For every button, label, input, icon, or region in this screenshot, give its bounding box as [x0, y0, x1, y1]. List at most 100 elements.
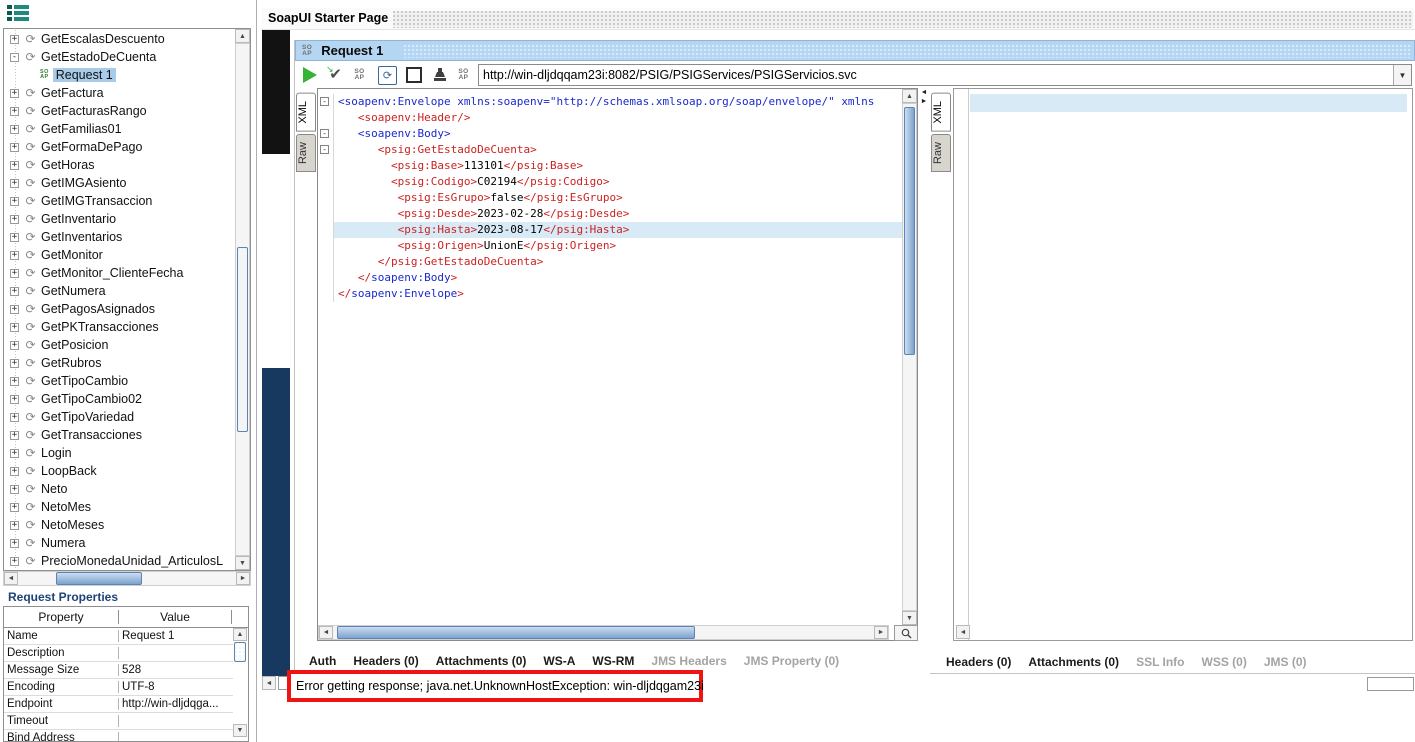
tab-soapui-starter-page[interactable]: SoapUI Starter Page [268, 11, 388, 25]
tree-item-request[interactable]: SOAPRequest 1 [4, 66, 235, 84]
fold-toggle-icon[interactable]: - [320, 129, 329, 138]
editor-scroll-left-icon[interactable]: ◄ [319, 626, 333, 639]
expand-toggle-icon[interactable]: + [10, 269, 19, 278]
property-row[interactable]: Timeout [4, 713, 233, 730]
endpoint-url-input[interactable] [479, 65, 1393, 85]
panel-splitter[interactable]: ◄ ► [919, 88, 929, 110]
expand-toggle-icon[interactable]: + [10, 233, 19, 242]
property-row[interactable]: EncodingUTF-8 [4, 679, 233, 696]
desktop-scroll-left-icon[interactable]: ◄ [262, 676, 276, 690]
sidebar-divider[interactable] [256, 0, 257, 742]
request-tab-headers-0[interactable]: Headers (0) [353, 654, 418, 668]
editor-tab-xml[interactable]: XML [296, 93, 316, 132]
tree-scroll-up-icon[interactable]: ▲ [235, 29, 250, 43]
response-tab-attachments-0[interactable]: Attachments (0) [1028, 655, 1119, 669]
expand-toggle-icon[interactable]: + [10, 557, 19, 566]
expand-toggle-icon[interactable]: + [10, 503, 19, 512]
expand-toggle-icon[interactable]: + [10, 251, 19, 260]
response-xml-editor[interactable]: ◄ [953, 88, 1413, 641]
tree-scroll-down-icon[interactable]: ▼ [235, 556, 250, 570]
tree-item-operation[interactable]: +⟳GetFacturasRango [4, 102, 235, 120]
tree-item-operation[interactable]: +⟳GetInventario [4, 210, 235, 228]
expand-toggle-icon[interactable]: + [10, 179, 19, 188]
expand-toggle-icon[interactable]: - [10, 53, 19, 62]
tree-item-operation[interactable]: +⟳GetRubros [4, 354, 235, 372]
expand-toggle-icon[interactable]: + [10, 143, 19, 152]
tree-item-operation[interactable]: +⟳PrecioMonedaUnidad_ArticulosL [4, 552, 235, 570]
tree-item-operation[interactable]: +⟳NetoMes [4, 498, 235, 516]
tree-item-operation[interactable]: +⟳GetTipoVariedad [4, 408, 235, 426]
expand-toggle-icon[interactable]: + [10, 215, 19, 224]
recreate-request-button[interactable]: ⟳ [378, 66, 397, 85]
property-row[interactable]: Message Size528 [4, 662, 233, 679]
expand-toggle-icon[interactable]: + [10, 197, 19, 206]
expand-toggle-icon[interactable]: + [10, 413, 19, 422]
tree-vertical-scrollbar[interactable] [235, 43, 250, 556]
tree-item-operation[interactable]: +⟳LoopBack [4, 462, 235, 480]
property-row[interactable]: NameRequest 1 [4, 628, 233, 645]
expand-toggle-icon[interactable]: + [10, 305, 19, 314]
expand-toggle-icon[interactable]: + [10, 467, 19, 476]
tree-item-operation[interactable]: +⟳Login [4, 444, 235, 462]
request-tab-ws-a[interactable]: WS-A [543, 654, 575, 668]
tree-item-operation[interactable]: +⟳GetIMGTransaccion [4, 192, 235, 210]
fold-toggle-icon[interactable]: - [320, 97, 329, 106]
tree-scroll-right-icon[interactable]: ► [236, 572, 250, 585]
navigator-menu-icon[interactable] [7, 5, 29, 21]
tree-horizontal-scrollbar[interactable]: ◄ ► [3, 571, 251, 586]
properties-scroll-up-icon[interactable]: ▲ [233, 628, 247, 641]
tree-item-operation[interactable]: +⟳GetEscalasDescuento [4, 30, 235, 48]
request-tab-jms-headers[interactable]: JMS Headers [651, 654, 726, 668]
submit-request-button[interactable] [300, 66, 319, 85]
tree-item-operation[interactable]: +⟳GetPagosAsignados [4, 300, 235, 318]
editor-hscrollbar-thumb[interactable] [337, 626, 695, 639]
properties-scrollbar-thumb[interactable] [234, 642, 246, 662]
tree-item-operation[interactable]: +⟳Neto [4, 480, 235, 498]
tree-hscrollbar-thumb[interactable] [56, 572, 142, 585]
tree-item-operation[interactable]: +⟳GetInventarios [4, 228, 235, 246]
editor-scroll-right-icon[interactable]: ► [874, 626, 888, 639]
tree-item-operation[interactable]: +⟳GetTransacciones [4, 426, 235, 444]
tree-item-operation[interactable]: +⟳GetHoras [4, 156, 235, 174]
tree-scroll-left-icon[interactable]: ◄ [4, 572, 18, 585]
properties-scroll-down-icon[interactable]: ▼ [233, 724, 247, 737]
expand-toggle-icon[interactable]: + [10, 323, 19, 332]
tree-item-operation[interactable]: +⟳GetPKTransacciones [4, 318, 235, 336]
expand-toggle-icon[interactable]: + [10, 539, 19, 548]
request-tab-jms-property-0[interactable]: JMS Property (0) [744, 654, 839, 668]
tree-item-operation[interactable]: +⟳GetTipoCambio02 [4, 390, 235, 408]
editor-tab-raw[interactable]: Raw [931, 134, 951, 172]
tree-item-operation[interactable]: +⟳GetTipoCambio [4, 372, 235, 390]
editor-zoom-button[interactable] [894, 625, 918, 641]
expand-toggle-icon[interactable]: + [10, 521, 19, 530]
expand-toggle-icon[interactable]: + [10, 287, 19, 296]
expand-toggle-icon[interactable]: + [10, 431, 19, 440]
editor-tab-raw[interactable]: Raw [296, 134, 316, 172]
response-tab-jms-0[interactable]: JMS (0) [1264, 655, 1307, 669]
expand-toggle-icon[interactable]: + [10, 107, 19, 116]
resubmit-request-button[interactable]: ✔ ↘ [326, 66, 345, 85]
tree-item-operation[interactable]: -⟳GetEstadoDeCuenta [4, 48, 235, 66]
tree-item-operation[interactable]: +⟳GetFamilias01 [4, 120, 235, 138]
editor-horizontal-scrollbar[interactable]: ◄ ► [318, 625, 889, 640]
request-tab-auth[interactable]: Auth [309, 654, 336, 668]
fold-toggle-icon[interactable]: - [320, 145, 329, 154]
tree-item-operation[interactable]: +⟳Numera [4, 534, 235, 552]
property-row[interactable]: Description [4, 645, 233, 662]
endpoint-dropdown-icon[interactable]: ▼ [1393, 65, 1411, 85]
expand-toggle-icon[interactable]: + [10, 485, 19, 494]
response-scroll-left-icon[interactable]: ◄ [956, 625, 970, 639]
request-xml-editor[interactable]: -<soapenv:Envelope xmlns:soapenv="http:/… [317, 88, 918, 641]
request-tab-attachments-0[interactable]: Attachments (0) [436, 654, 527, 668]
expand-toggle-icon[interactable]: + [10, 89, 19, 98]
request-window-titlebar[interactable]: SO AP Request 1 [295, 40, 1415, 61]
editor-scrollbar-thumb[interactable] [904, 107, 915, 355]
tree-item-operation[interactable]: +⟳GetMonitor_ClienteFecha [4, 264, 235, 282]
expand-toggle-icon[interactable]: + [10, 161, 19, 170]
expand-toggle-icon[interactable]: + [10, 35, 19, 44]
response-tab-ssl-info[interactable]: SSL Info [1136, 655, 1184, 669]
request-tab-ws-rm[interactable]: WS-RM [592, 654, 634, 668]
editor-scroll-down-icon[interactable]: ▼ [902, 611, 917, 625]
tree-item-operation[interactable]: +⟳GetFormaDePago [4, 138, 235, 156]
property-row[interactable]: Endpointhttp://win-dljdqga... [4, 696, 233, 713]
